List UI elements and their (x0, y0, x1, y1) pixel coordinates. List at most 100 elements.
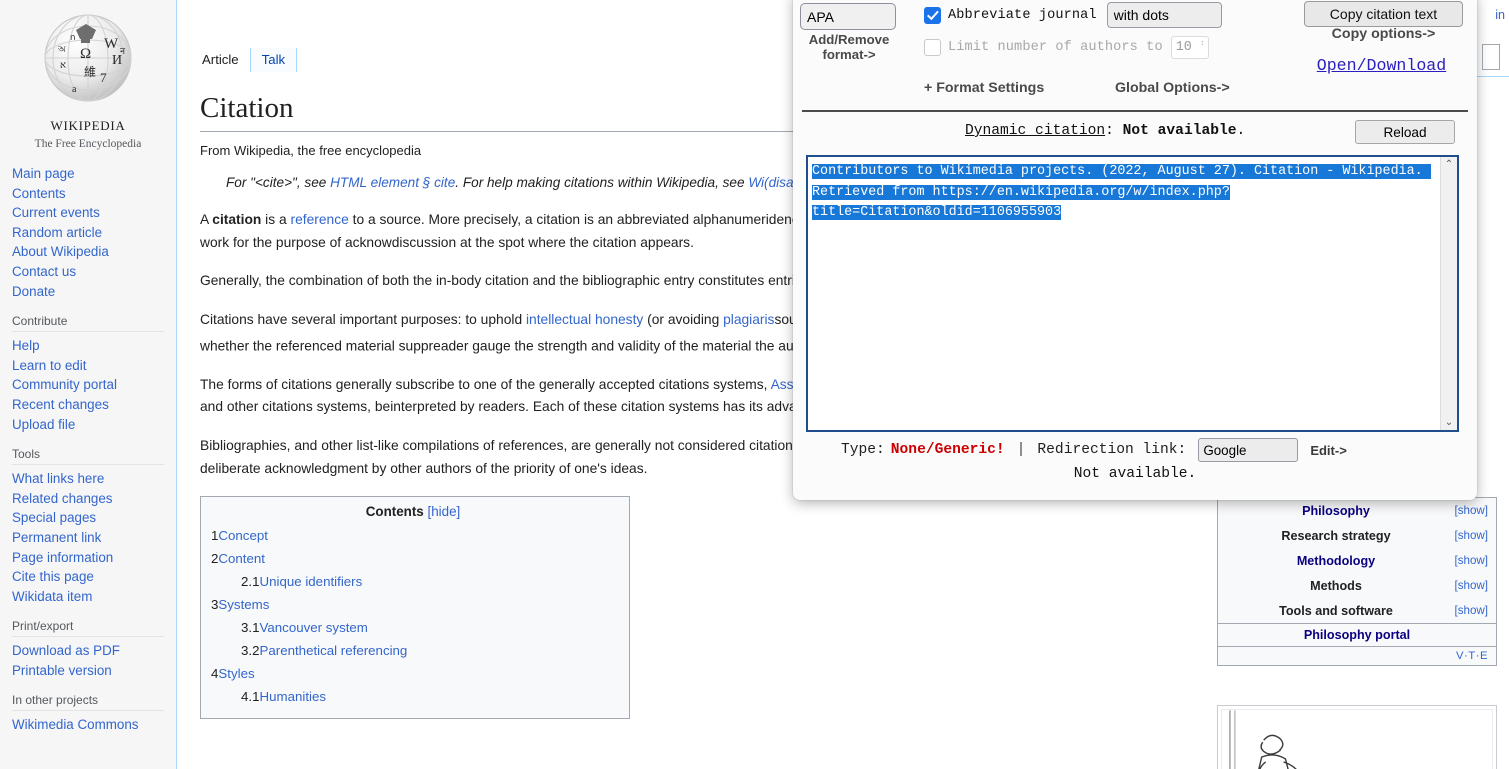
sidebar-item-wikidata-item[interactable]: Wikidata item (12, 587, 176, 607)
toc-link-styles[interactable]: Styles (218, 666, 254, 681)
abbreviate-mode-select[interactable]: with dots (1106, 2, 1222, 28)
toc-link-parenthetical-referencing[interactable]: Parenthetical referencing (260, 643, 408, 658)
sidebar-item-related-changes[interactable]: Related changes (12, 489, 176, 509)
sidebar-item-random-article[interactable]: Random article (12, 223, 176, 243)
limit-authors-value: 10 (1175, 40, 1192, 55)
sidebar-item-upload-file[interactable]: Upload file (12, 415, 176, 435)
sidebar-navigation: Main page Contents Current events Random ar… (0, 164, 176, 735)
sidebar-item-what-links-here[interactable]: What links here (12, 469, 176, 489)
sidebar-item-page-information[interactable]: Page information (12, 548, 176, 568)
tab-talk[interactable]: Talk (249, 48, 298, 72)
toc-link-humanities[interactable]: Humanities (260, 689, 327, 704)
limit-authors-stepper[interactable]: 10 ↕ (1170, 36, 1209, 59)
philosophy-infobox: Philosophy [show] Research strategy [show] M… (1217, 497, 1497, 666)
popup-toolbar: APA Add/Remove format-> Abbreviate journa… (793, 0, 1477, 110)
sidebar-item-current-events[interactable]: Current events (12, 203, 176, 223)
citation-text-content[interactable]: Contributors to Wikimedia projects. (202… (812, 162, 1435, 224)
sidebar-group-1: Help Learn to edit Community portal Recent … (12, 336, 176, 434)
toc-entry-1[interactable]: 1 Concept (211, 524, 615, 547)
citation-popup: APA Add/Remove format-> Abbreviate journa… (793, 0, 1477, 500)
wikipedia-logo[interactable]: Ω W И 維 7 অ א न ก а Wikipedia The Free E… (0, 0, 176, 160)
sidebar-item-special-pages[interactable]: Special pages (12, 508, 176, 528)
infobox-vte-links[interactable]: V·T·E (1218, 646, 1496, 665)
limit-authors-label: Limit number of authors to (948, 40, 1163, 55)
toc-link-unique-identifiers[interactable]: Unique identifiers (260, 574, 363, 589)
global-options-button[interactable]: Global Options-> (1115, 80, 1230, 96)
sidebar-item-donate[interactable]: Donate (12, 282, 176, 302)
sidebar-item-about-wikipedia[interactable]: About Wikipedia (12, 242, 176, 262)
p3-seg-1[interactable]: intellectual honesty (526, 312, 643, 327)
toc-link-systems[interactable]: Systems (218, 597, 269, 612)
sidebar-item-cite-this-page[interactable]: Cite this page (12, 567, 176, 587)
limit-authors-row: Limit number of authors to 10 ↕ (924, 36, 1209, 59)
toc-entry-3[interactable]: 3 Systems (211, 593, 615, 616)
copy-options-button[interactable]: Copy options-> (1306, 26, 1461, 42)
p1-seg-3[interactable]: reference (290, 212, 348, 227)
infobox-link-methodology[interactable]: Methodology (1297, 554, 1375, 568)
sidebar-item-wikimedia-commons[interactable]: Wikimedia Commons (12, 715, 176, 735)
infobox-label-philosophy: Philosophy (1226, 504, 1446, 518)
open-download-link[interactable]: Open/Download (1300, 56, 1463, 75)
redirection-status: Not available. (1073, 466, 1197, 482)
toc-link-vancouver-system[interactable]: Vancouver system (260, 620, 368, 635)
toc-link-concept[interactable]: Concept (218, 528, 268, 543)
sidebar-item-printable-version[interactable]: Printable version (12, 661, 176, 681)
p3-seg-2: (or avoiding (643, 312, 724, 328)
sidebar-item-learn-to-edit[interactable]: Learn to edit (12, 356, 176, 376)
citation-style-select[interactable]: APA (800, 3, 896, 30)
p1-seg-1: citation (212, 212, 262, 228)
hatnote-part-1[interactable]: HTML element § cite (330, 175, 455, 190)
infobox-row-methodology: Methodology [show] (1218, 548, 1496, 573)
p4-seg-0: The forms of citations generally subscri… (200, 376, 771, 392)
edit-button[interactable]: Edit-> (1310, 443, 1346, 458)
toc-entry-4-1[interactable]: 4.1 Humanities (211, 685, 615, 708)
citation-scrollbar[interactable]: ⌃ ⌄ (1440, 157, 1457, 430)
infobox-show-philosophy[interactable]: [show] (1446, 504, 1488, 517)
type-label: Type: (841, 442, 885, 458)
sidebar-item-download-as-pdf[interactable]: Download as PDF (12, 641, 176, 661)
wikipedia-tagline: The Free Encyclopedia (34, 138, 142, 150)
sidebar-item-community-portal[interactable]: Community portal (12, 375, 176, 395)
sidebar-item-contact-us[interactable]: Contact us (12, 262, 176, 282)
stepper-arrows-icon[interactable]: ↕ (1200, 40, 1205, 48)
toc-title-text: Contents (365, 504, 424, 520)
infobox-portal-link[interactable]: Philosophy portal (1218, 623, 1496, 646)
login-link-partial[interactable]: in (1495, 8, 1505, 22)
add-remove-format-button[interactable]: Add/Remove format-> (798, 32, 900, 62)
sidebar-item-help[interactable]: Help (12, 336, 176, 356)
sidebar-item-main-page[interactable]: Main page (12, 164, 176, 184)
abbreviate-journal-label: Abbreviate journal (948, 7, 1097, 23)
abbreviate-journal-checkbox[interactable] (924, 6, 941, 24)
hatnote-part-3[interactable]: Wi (748, 175, 764, 190)
infobox-show-methods[interactable]: [show] (1446, 579, 1488, 592)
abbreviate-journal-row: Abbreviate journal with dots (924, 2, 1222, 28)
toc-entry-3-1[interactable]: 3.1 Vancouver system (211, 616, 615, 639)
reload-button[interactable]: Reload (1355, 120, 1455, 144)
infobox-label-methodology: Methodology (1226, 554, 1446, 568)
p3-seg-3[interactable]: plagiaris (723, 312, 774, 327)
toc-entry-2[interactable]: 2 Content (211, 547, 615, 570)
scroll-down-icon[interactable]: ⌄ (1445, 415, 1453, 430)
sidebar-item-recent-changes[interactable]: Recent changes (12, 395, 176, 415)
citation-text-selected: Contributors to Wikimedia projects. (202… (812, 164, 1431, 221)
infobox-show-research-strategy[interactable]: [show] (1446, 529, 1488, 542)
search-input[interactable] (1482, 44, 1500, 70)
sidebar-item-permanent-link[interactable]: Permanent link (12, 528, 176, 548)
toc-entry-2-1[interactable]: 2.1 Unique identifiers (211, 570, 615, 593)
toc-entry-3-2[interactable]: 3.2 Parenthetical referencing (211, 639, 615, 662)
redirection-link-select[interactable]: Google (1198, 438, 1299, 462)
limit-authors-checkbox[interactable] (924, 39, 941, 56)
infobox-show-methodology[interactable]: [show] (1446, 554, 1488, 567)
toc-hide-link[interactable]: [hide] (428, 504, 461, 519)
format-settings-button[interactable]: + Format Settings (924, 80, 1044, 96)
infobox-show-tools-and-software[interactable]: [show] (1446, 604, 1488, 617)
tab-article[interactable]: Article (191, 48, 250, 72)
infobox-label-methods: Methods (1310, 578, 1362, 593)
toc-link-content[interactable]: Content (218, 551, 265, 566)
infobox-link-philosophy[interactable]: Philosophy (1302, 504, 1370, 518)
scroll-up-icon[interactable]: ⌃ (1445, 157, 1453, 172)
toc-entry-4[interactable]: 4 Styles (211, 662, 615, 685)
citation-textarea[interactable]: Contributors to Wikimedia projects. (202… (806, 155, 1459, 432)
copy-citation-text-button[interactable]: Copy citation text (1304, 1, 1463, 27)
sidebar-item-contents[interactable]: Contents (12, 184, 176, 204)
